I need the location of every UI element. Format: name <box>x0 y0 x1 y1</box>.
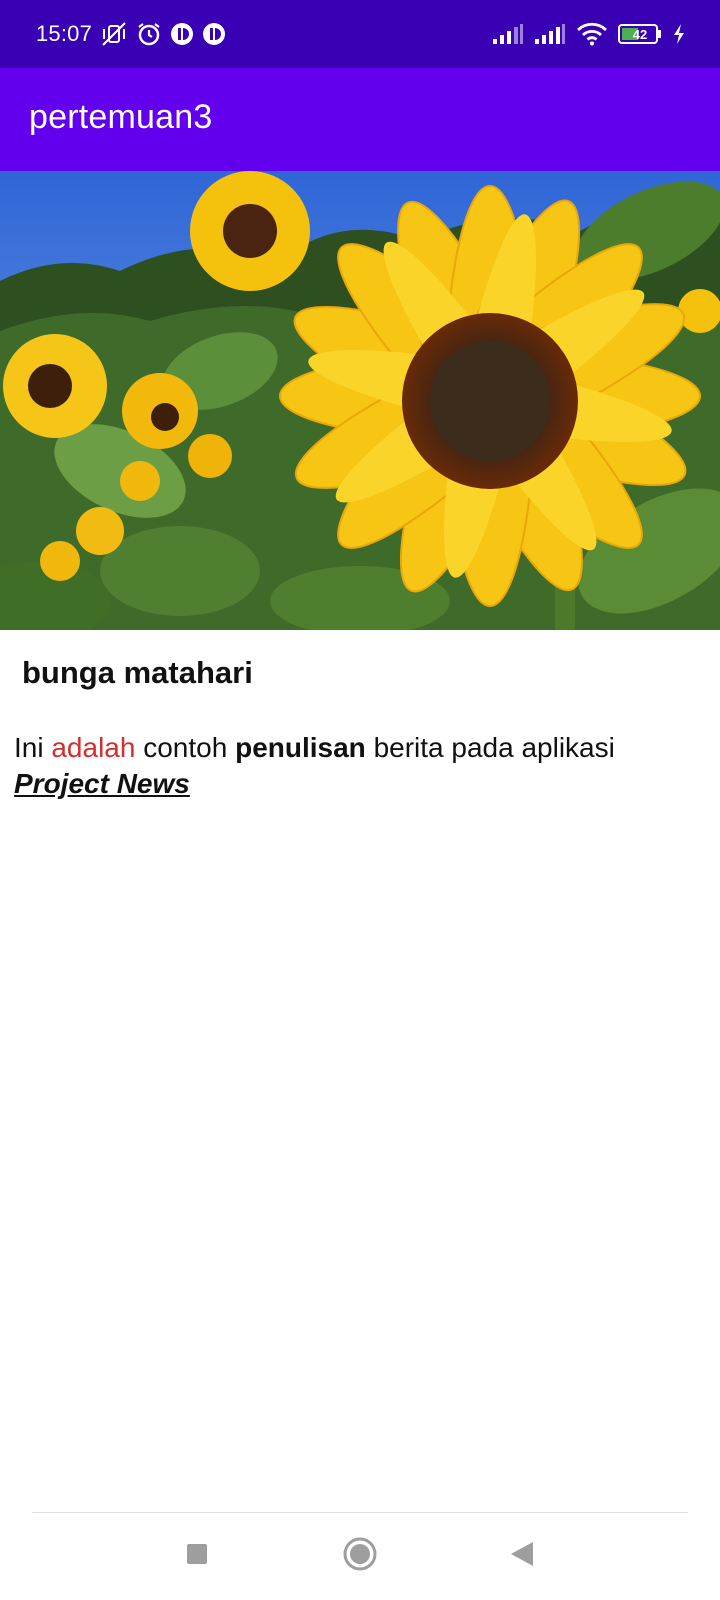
navigation-bar <box>0 1513 720 1600</box>
body-text: Ini <box>14 732 52 763</box>
app-notification-icon <box>202 22 226 46</box>
app-notification-icon <box>170 22 194 46</box>
back-icon <box>509 1540 535 1573</box>
status-time: 15:07 <box>36 21 93 46</box>
news-body: Ini adalah contoh penulisan berita pada … <box>14 730 704 802</box>
home-button[interactable] <box>320 1513 400 1600</box>
status-bar: 15:07 42 <box>0 0 720 68</box>
news-title: bunga matahari <box>22 655 253 690</box>
alarm-icon <box>136 21 162 47</box>
body-text: berita pada aplikasi <box>365 732 615 763</box>
vibrate-off-icon <box>100 20 128 48</box>
signal-icon <box>492 23 524 45</box>
battery-icon: 42 <box>618 23 662 45</box>
sunflower-image <box>0 171 720 630</box>
recents-button[interactable] <box>157 1513 237 1600</box>
signal-icon <box>534 23 566 45</box>
app-name-link: Project News <box>14 768 190 799</box>
charging-icon <box>672 23 686 45</box>
recents-icon <box>185 1542 209 1571</box>
back-button[interactable] <box>482 1513 562 1600</box>
wifi-icon <box>576 22 608 46</box>
battery-level: 42 <box>632 26 648 42</box>
home-icon <box>343 1537 377 1576</box>
body-text: contoh <box>135 732 236 763</box>
highlighted-word: adalah <box>51 732 136 763</box>
bold-word: penulisan <box>235 732 366 763</box>
app-title: pertemuan3 <box>29 98 213 136</box>
app-bar: pertemuan3 <box>0 68 720 171</box>
